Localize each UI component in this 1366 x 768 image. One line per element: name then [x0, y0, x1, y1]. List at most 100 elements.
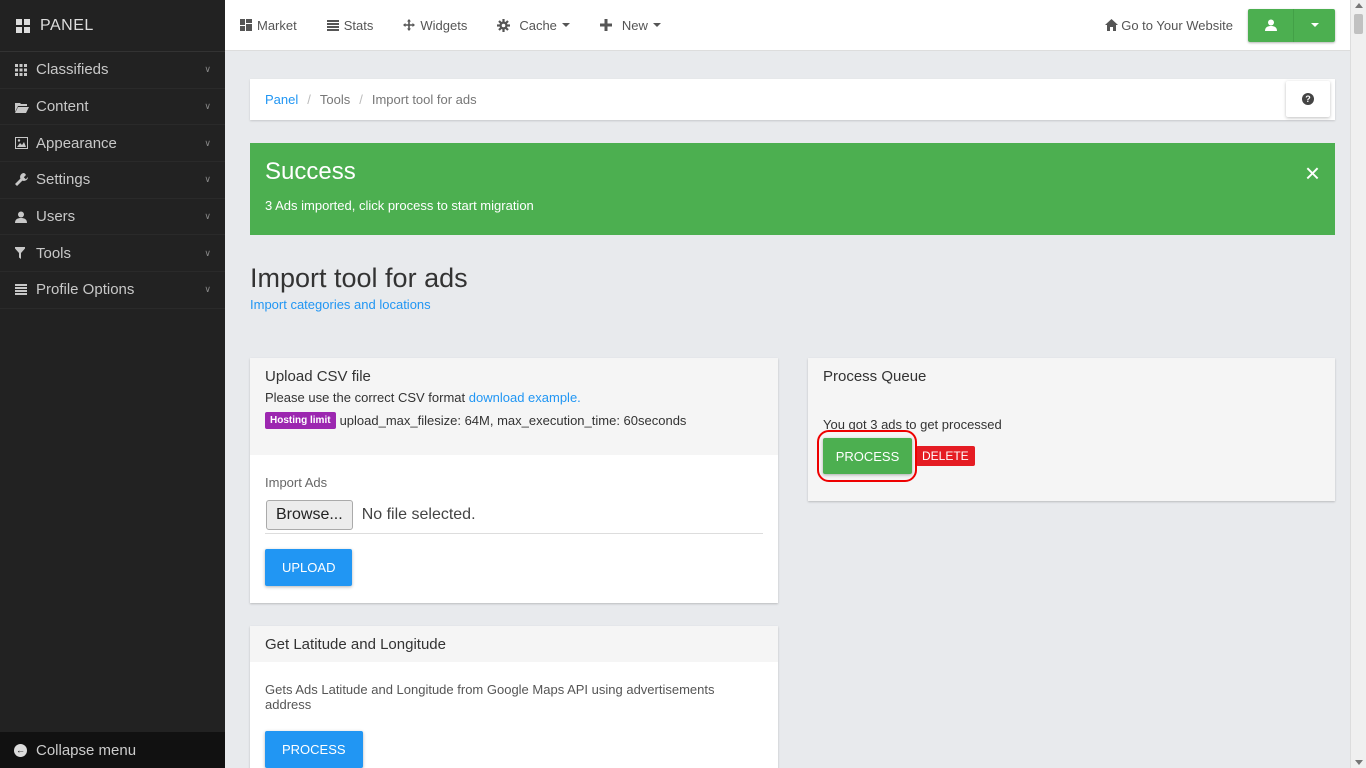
browse-button[interactable]: Browse... — [266, 500, 353, 530]
panel-heading: Get Latitude and Longitude — [250, 626, 778, 662]
sidebar-item-profile-options[interactable]: Profile Options ∨ — [0, 272, 225, 309]
home-icon — [1105, 19, 1119, 31]
brand-label: PANEL — [40, 16, 94, 34]
chevron-down-icon: ∨ — [204, 284, 211, 295]
topbar-right: Go to Your Website — [1105, 8, 1350, 42]
grid-icon — [15, 63, 36, 76]
page-scrollbar[interactable] — [1350, 0, 1366, 768]
sidebar-item-label: Appearance — [36, 134, 117, 152]
sidebar-item-appearance[interactable]: Appearance ∨ — [0, 125, 225, 163]
collapse-menu-button[interactable]: ← Collapse menu — [0, 732, 225, 768]
user-button-group — [1248, 8, 1335, 42]
import-categories-link[interactable]: Import categories and locations — [250, 297, 431, 312]
user-icon — [15, 211, 36, 223]
breadcrumb-current: Import tool for ads — [371, 92, 477, 107]
process-queue-panel: Process Queue You got 3 ads to get proce… — [808, 358, 1335, 501]
folder-open-icon — [15, 101, 36, 113]
breadcrumb: Panel / Tools / Import tool for ads ? — [250, 79, 1335, 120]
chevron-down-icon: ∨ — [204, 174, 211, 185]
import-ads-label: Import Ads — [265, 475, 328, 490]
lat-lng-process-button[interactable]: PROCESS — [265, 731, 363, 768]
sidebar-item-label: Users — [36, 208, 76, 226]
panel-heading: Process Queue — [808, 358, 1335, 385]
nav-widgets[interactable]: Widgets — [403, 18, 480, 33]
dashboard-icon — [240, 19, 252, 31]
sidebar-item-label: Tools — [36, 244, 72, 262]
lat-lng-panel: Get Latitude and Longitude Gets Ads Lati… — [250, 626, 778, 768]
nav-cache-dropdown[interactable]: Cache — [497, 18, 583, 33]
chevron-down-icon: ∨ — [204, 101, 211, 112]
help-button[interactable]: ? — [1286, 81, 1330, 117]
panel-title: Get Latitude and Longitude — [265, 636, 446, 653]
top-nav: Market Stats Widgets Cache New — [225, 0, 691, 51]
sidebar-item-label: Content — [36, 98, 89, 116]
queue-delete-button[interactable]: DELETE — [916, 446, 975, 466]
go-to-website-link[interactable]: Go to Your Website — [1105, 18, 1233, 33]
caret-down-icon — [652, 23, 661, 27]
sidebar-item-content[interactable]: Content ∨ — [0, 89, 225, 126]
hosting-limit-row: Hosting limit upload_max_filesize: 64M, … — [265, 412, 763, 429]
nav-stats[interactable]: Stats — [326, 18, 387, 33]
nav-label: Widgets — [420, 17, 468, 33]
file-input[interactable]: Browse... No file selected. — [265, 500, 763, 534]
panel-heading: Upload CSV file Please use the correct C… — [250, 358, 778, 455]
panel-title: Process Queue — [823, 368, 927, 385]
sidebar-item-classifieds[interactable]: Classifieds ∨ — [0, 52, 225, 89]
brand[interactable]: PANEL — [0, 0, 225, 51]
sidebar-item-tools[interactable]: Tools ∨ — [0, 235, 225, 273]
cog-icon — [497, 18, 511, 32]
chevron-down-icon: ∨ — [204, 247, 211, 258]
sidebar-item-users[interactable]: Users ∨ — [0, 199, 225, 236]
close-icon[interactable]: × — [1305, 160, 1320, 186]
no-file-selected-text: No file selected. — [361, 506, 476, 523]
picture-icon — [15, 137, 36, 150]
panel-body: Import Ads Browse... No file selected. U… — [250, 455, 778, 601]
nav-label: Market — [257, 17, 297, 33]
caret-down-icon — [561, 23, 570, 27]
user-dropdown-toggle[interactable] — [1294, 8, 1335, 42]
chevron-down-icon: ∨ — [204, 137, 211, 148]
hosting-limit-badge: Hosting limit — [265, 412, 336, 429]
csv-format-note: Please use the correct CSV format downlo… — [265, 390, 763, 405]
arrow-left-circle-icon: ← — [14, 743, 27, 757]
upload-csv-panel: Upload CSV file Please use the correct C… — [250, 358, 778, 603]
download-example-link[interactable]: download example. — [469, 390, 581, 405]
scroll-up-arrow-icon[interactable] — [1355, 3, 1363, 8]
queue-process-button[interactable]: PROCESS — [823, 438, 912, 474]
scroll-down-arrow-icon[interactable] — [1355, 760, 1363, 765]
go-to-website-label: Go to Your Website — [1121, 17, 1233, 33]
alert-title: Success — [265, 158, 356, 185]
sidebar-item-settings[interactable]: Settings ∨ — [0, 162, 225, 199]
sidebar-item-label: Settings — [36, 171, 91, 189]
scrollbar-thumb[interactable] — [1354, 14, 1363, 34]
chevron-down-icon: ∨ — [204, 64, 211, 75]
panel-title: Upload CSV file — [265, 368, 371, 385]
nav-market[interactable]: Market — [240, 18, 310, 33]
panel-body: You got 3 ads to get processed PROCESS D… — [808, 417, 1335, 482]
breadcrumb-separator: / — [359, 92, 363, 107]
user-icon — [1264, 19, 1277, 31]
lat-lng-description: Gets Ads Latitude and Longitude from Goo… — [265, 682, 715, 712]
list-icon — [15, 284, 36, 296]
breadcrumb-tools: Tools — [319, 92, 351, 107]
queue-actions: PROCESS DELETE — [817, 430, 1320, 482]
caret-down-icon — [1310, 23, 1319, 27]
nav-new-dropdown[interactable]: New — [599, 18, 674, 33]
nav-label: Cache — [519, 17, 557, 33]
collapse-menu-label: Collapse menu — [36, 741, 137, 759]
sidebar-item-label: Classifieds — [36, 61, 109, 79]
user-button[interactable] — [1248, 8, 1294, 42]
topbar: Market Stats Widgets Cache New Go to You… — [225, 0, 1350, 51]
breadcrumb-panel-link[interactable]: Panel — [265, 92, 298, 107]
page-title: Import tool for ads — [250, 263, 468, 293]
sidebar-item-label: Profile Options — [36, 281, 135, 299]
move-icon — [403, 19, 416, 31]
hosting-limit-text: upload_max_filesize: 64M, max_execution_… — [339, 413, 687, 428]
alert-message: 3 Ads imported, click process to start m… — [265, 198, 534, 213]
question-circle-icon: ? — [1302, 93, 1314, 105]
chevron-down-icon: ∨ — [204, 211, 211, 222]
upload-button[interactable]: UPLOAD — [265, 549, 353, 586]
sidebar: PANEL Classifieds ∨ Content ∨ Appearance… — [0, 0, 225, 768]
panel-body: Gets Ads Latitude and Longitude from Goo… — [250, 662, 778, 768]
grid-icon — [16, 18, 30, 33]
